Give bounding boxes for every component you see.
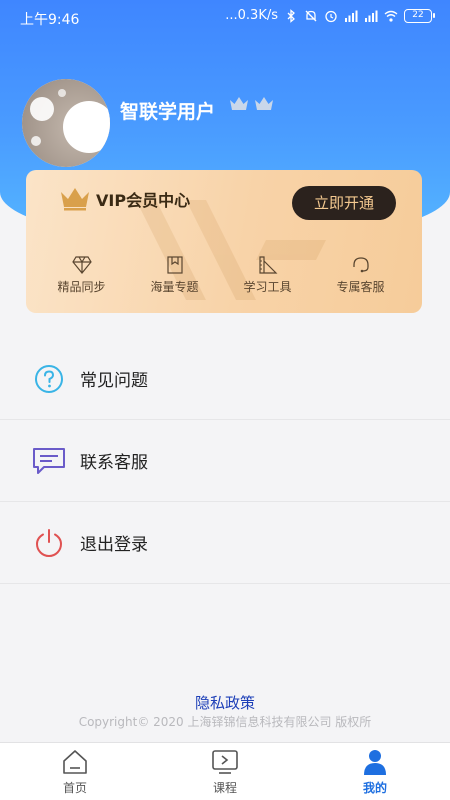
- ruler-icon: [258, 256, 277, 274]
- open-vip-button[interactable]: 立即开通: [292, 186, 396, 220]
- battery-icon: 22: [404, 8, 435, 23]
- vip-feature-label: 海量专题: [150, 280, 199, 294]
- nav-label: 课程: [212, 781, 237, 795]
- vip-feature-sync[interactable]: 精品同步: [35, 256, 128, 295]
- bookmark-icon: [166, 256, 183, 274]
- nav-label: 我的: [362, 781, 387, 795]
- status-time: 上午9:46: [20, 12, 80, 28]
- crown-icon: [61, 188, 89, 211]
- bluetooth-icon: [287, 8, 295, 23]
- status-icons: ...0.3K/s 22: [225, 8, 435, 23]
- vip-features: 精品同步 海量专题 学习工具 专属客服: [26, 256, 422, 295]
- question-icon: [32, 362, 66, 396]
- level-badges: [229, 96, 274, 112]
- course-icon: [212, 750, 238, 774]
- menu-item-faq[interactable]: 常见问题: [0, 338, 450, 420]
- copyright-text: Copyright© 2020 上海铎锦信息科技有限公司 版权所: [78, 715, 372, 729]
- avatar[interactable]: [22, 79, 110, 167]
- privacy-policy-link[interactable]: 隐私政策: [0, 692, 450, 713]
- vip-title-group: VIP会员中心: [60, 187, 190, 211]
- status-bar: 上午9:46 ...0.3K/s 22: [0, 0, 450, 36]
- home-icon: [63, 750, 87, 774]
- bottom-nav: 首页 课程 我的: [0, 742, 450, 800]
- crown-icon: [230, 97, 248, 110]
- vip-feature-tools[interactable]: 学习工具: [221, 256, 314, 295]
- message-icon: [32, 444, 66, 478]
- crown-icon: [255, 97, 273, 110]
- network-speed: ...0.3K/s: [225, 8, 278, 23]
- avatar-image: [22, 79, 110, 167]
- diamond-icon: [71, 256, 92, 274]
- headset-icon: [352, 257, 369, 273]
- nav-label: 首页: [62, 781, 87, 795]
- wifi-icon: [384, 10, 398, 22]
- menu-list: 常见问题 联系客服 退出登录: [0, 338, 450, 584]
- vip-feature-topics[interactable]: 海量专题: [128, 256, 221, 295]
- vip-feature-label: 精品同步: [57, 280, 106, 294]
- username: 智联学用户: [120, 101, 216, 123]
- vip-feature-label: 专属客服: [336, 280, 385, 294]
- menu-label: 退出登录: [80, 535, 148, 555]
- vip-feature-label: 学习工具: [243, 280, 292, 294]
- mute-icon: [305, 10, 317, 21]
- menu-label: 常见问题: [80, 371, 148, 391]
- tab-course[interactable]: 课程: [150, 743, 300, 800]
- menu-item-logout[interactable]: 退出登录: [0, 502, 450, 584]
- vip-card[interactable]: VIP会员中心 立即开通 精品同步 海量专题 学习工具 专属客服: [26, 170, 422, 313]
- menu-item-contact[interactable]: 联系客服: [0, 420, 450, 502]
- tab-home[interactable]: 首页: [0, 743, 150, 800]
- signal-icon: [365, 10, 378, 22]
- power-icon: [32, 526, 66, 560]
- alarm-icon: [325, 10, 337, 22]
- menu-label: 联系客服: [80, 453, 148, 473]
- vip-title: VIP会员中心: [96, 191, 191, 210]
- user-icon: [364, 750, 386, 775]
- signal-icon: [345, 10, 358, 22]
- vip-feature-service[interactable]: 专属客服: [314, 256, 407, 295]
- tab-mine[interactable]: 我的: [300, 743, 450, 800]
